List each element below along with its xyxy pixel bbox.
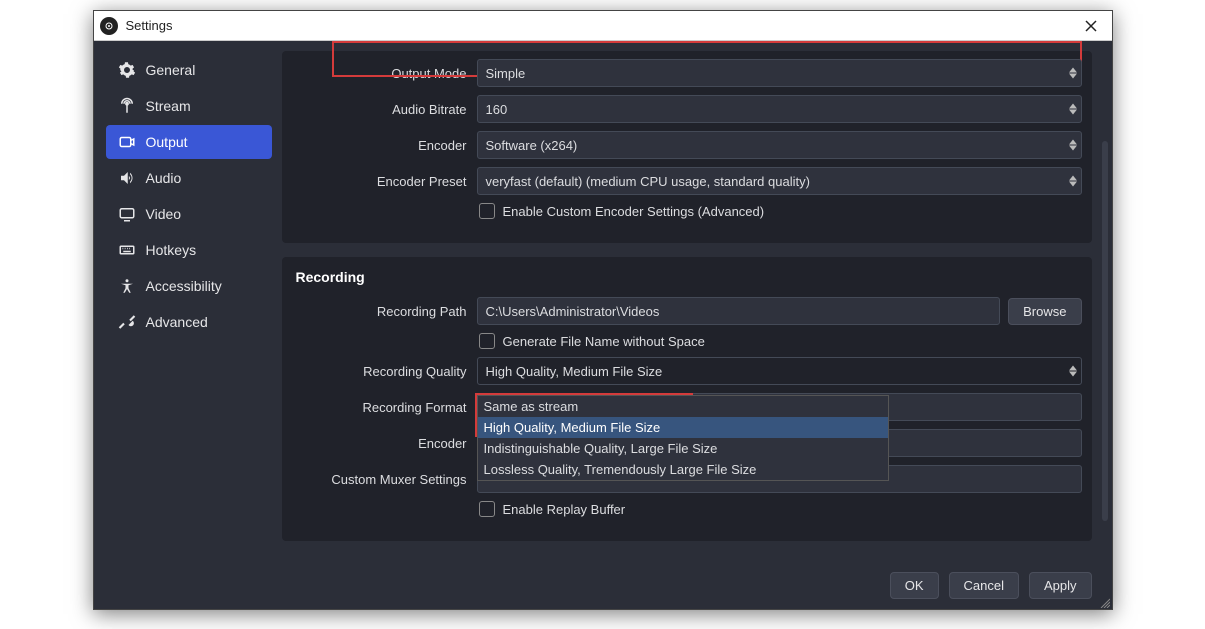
encoder-preset-select[interactable]: veryfast (default) (medium CPU usage, st… — [477, 167, 1082, 195]
recording-path-input[interactable]: C:\Users\Administrator\Videos — [477, 297, 1001, 325]
cancel-button[interactable]: Cancel — [949, 572, 1019, 599]
label-encoder: Encoder — [292, 138, 467, 153]
sidebar-item-advanced[interactable]: Advanced — [106, 305, 272, 339]
obs-icon — [100, 17, 118, 35]
tools-icon — [118, 313, 136, 331]
recording-section-title: Recording — [282, 257, 1092, 293]
sidebar-item-accessibility[interactable]: Accessibility — [106, 269, 272, 303]
sidebar-item-stream[interactable]: Stream — [106, 89, 272, 123]
checkbox-icon — [479, 203, 495, 219]
spinner-icon — [1069, 366, 1077, 377]
apply-button[interactable]: Apply — [1029, 572, 1092, 599]
checkbox-icon — [479, 501, 495, 517]
spinner-icon — [1069, 104, 1077, 115]
output-icon — [118, 133, 136, 151]
dropdown-option[interactable]: Indistinguishable Quality, Large File Si… — [478, 438, 888, 459]
close-button[interactable] — [1076, 11, 1106, 41]
enable-replay-buffer-checkbox[interactable]: Enable Replay Buffer — [477, 501, 626, 517]
dropdown-option[interactable]: High Quality, Medium File Size — [478, 417, 888, 438]
generate-filename-checkbox[interactable]: Generate File Name without Space — [477, 333, 705, 349]
dialog-footer: OK Cancel Apply — [94, 562, 1112, 609]
speaker-icon — [118, 169, 136, 187]
sidebar-item-label: Output — [146, 134, 188, 150]
recording-quality-select[interactable]: High Quality, Medium File Size — [477, 357, 1082, 385]
close-icon — [1085, 20, 1097, 32]
label-rec-encoder: Encoder — [292, 436, 467, 451]
sidebar-item-label: Audio — [146, 170, 182, 186]
spinner-icon — [1069, 176, 1077, 187]
sidebar-item-label: Video — [146, 206, 182, 222]
spinner-icon — [1069, 140, 1077, 151]
dropdown-option[interactable]: Same as stream — [478, 396, 888, 417]
audio-bitrate-select[interactable]: 160 — [477, 95, 1082, 123]
gear-icon — [118, 61, 136, 79]
main-panel: Output Mode Simple Audio Bitrate 160 — [272, 41, 1112, 562]
sidebar-item-output[interactable]: Output — [106, 125, 272, 159]
keyboard-icon — [118, 241, 136, 259]
antenna-icon — [118, 97, 136, 115]
label-recording-path: Recording Path — [292, 304, 467, 319]
sidebar: General Stream Output Audio Video Hotkey… — [94, 41, 272, 562]
checkbox-icon — [479, 333, 495, 349]
label-audio-bitrate: Audio Bitrate — [292, 102, 467, 117]
ok-button[interactable]: OK — [890, 572, 939, 599]
sidebar-item-label: Advanced — [146, 314, 208, 330]
accessibility-icon — [118, 277, 136, 295]
sidebar-item-label: Hotkeys — [146, 242, 197, 258]
sidebar-item-label: Stream — [146, 98, 191, 114]
window-title: Settings — [126, 18, 173, 33]
settings-window: Settings General Stream Output Audio — [93, 10, 1113, 610]
label-recording-format: Recording Format — [292, 400, 467, 415]
titlebar: Settings — [94, 11, 1112, 41]
recording-quality-dropdown[interactable]: Same as stream High Quality, Medium File… — [477, 395, 889, 481]
sidebar-item-audio[interactable]: Audio — [106, 161, 272, 195]
output-mode-select[interactable]: Simple — [477, 59, 1082, 87]
label-output-mode: Output Mode — [292, 66, 467, 81]
resize-grip[interactable] — [1098, 595, 1110, 607]
sidebar-item-video[interactable]: Video — [106, 197, 272, 231]
label-encoder-preset: Encoder Preset — [292, 174, 467, 189]
scrollbar[interactable] — [1102, 141, 1108, 521]
sidebar-item-label: Accessibility — [146, 278, 222, 294]
sidebar-item-hotkeys[interactable]: Hotkeys — [106, 233, 272, 267]
label-recording-quality: Recording Quality — [292, 364, 467, 379]
browse-button[interactable]: Browse — [1008, 298, 1081, 325]
enable-custom-encoder-checkbox[interactable]: Enable Custom Encoder Settings (Advanced… — [477, 203, 765, 219]
label-custom-muxer: Custom Muxer Settings — [292, 472, 467, 487]
monitor-icon — [118, 205, 136, 223]
sidebar-item-label: General — [146, 62, 196, 78]
encoder-select[interactable]: Software (x264) — [477, 131, 1082, 159]
spinner-icon — [1069, 68, 1077, 79]
sidebar-item-general[interactable]: General — [106, 53, 272, 87]
dropdown-option[interactable]: Lossless Quality, Tremendously Large Fil… — [478, 459, 888, 480]
